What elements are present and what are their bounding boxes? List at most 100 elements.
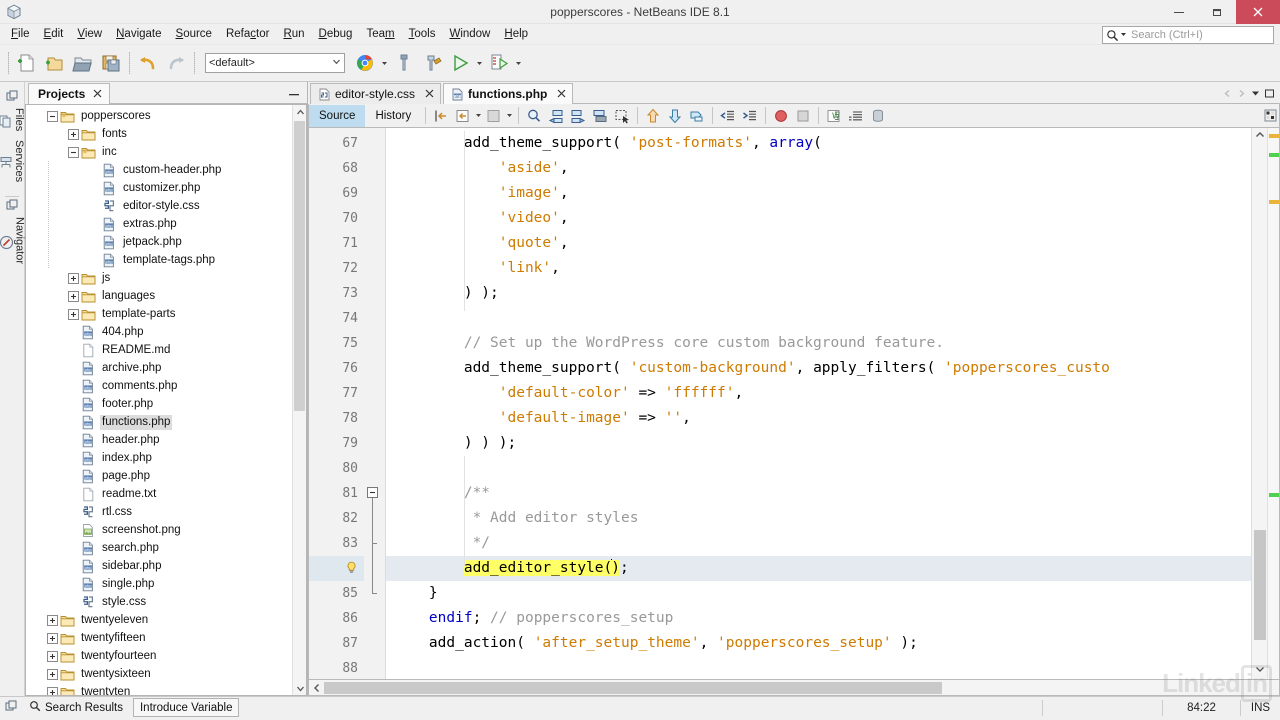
tree-item[interactable]: twentyeleven [26, 611, 306, 629]
code-line[interactable]: add_theme_support( 'post-formats', array… [386, 131, 1251, 156]
code-line[interactable]: 'default-image' => '', [386, 406, 1251, 431]
database-icon[interactable] [867, 105, 889, 127]
tree-item[interactable]: php template-tags.php [26, 251, 306, 269]
tree-item[interactable]: php functions.php [26, 413, 306, 431]
project-tree-scrollbar[interactable] [292, 105, 306, 695]
uncomment-icon[interactable] [845, 105, 867, 127]
tree-item[interactable]: rtl.css [26, 503, 306, 521]
chevron-down-icon[interactable] [1255, 664, 1265, 677]
menu-file[interactable]: File [4, 25, 37, 44]
tree-item[interactable]: php jetpack.php [26, 233, 306, 251]
tab-source[interactable]: Source [309, 104, 366, 127]
tree-item[interactable]: languages [26, 287, 306, 305]
stop-icon[interactable] [792, 105, 814, 127]
code-line[interactable]: 'video', [386, 206, 1251, 231]
scroll-tabs-right-icon[interactable] [1234, 84, 1248, 102]
close-button[interactable] [1236, 0, 1280, 24]
run-dropdown[interactable] [474, 48, 485, 78]
menu-run[interactable]: Run [276, 25, 311, 44]
toggle-breakpoint-icon[interactable] [770, 105, 792, 127]
shift-line-left-icon[interactable] [452, 105, 474, 127]
code-line[interactable]: /** [386, 481, 1251, 506]
tree-toggle-plus-icon[interactable] [46, 650, 59, 663]
toggle-bookmark-icon[interactable] [589, 105, 611, 127]
tree-item[interactable]: popperscores [26, 107, 306, 125]
tree-item[interactable]: php index.php [26, 449, 306, 467]
tree-item[interactable]: php sidebar.php [26, 557, 306, 575]
tree-item[interactable]: template-parts [26, 305, 306, 323]
toggle-rectangular-selection-icon[interactable] [611, 105, 633, 127]
maximize-button[interactable] [1198, 0, 1236, 24]
undo-button[interactable] [134, 48, 162, 78]
close-icon[interactable] [93, 87, 102, 101]
code-line[interactable]: */ [386, 531, 1251, 556]
tree-item[interactable]: php search.php [26, 539, 306, 557]
annotation-mark[interactable] [1269, 200, 1279, 204]
code-line[interactable]: } [386, 581, 1251, 606]
scrollbar-thumb[interactable] [294, 121, 305, 411]
code-line[interactable]: 'image', [386, 181, 1251, 206]
debug-dropdown[interactable] [513, 48, 524, 78]
tree-item[interactable]: readme.txt [26, 485, 306, 503]
chevron-up-icon[interactable] [293, 105, 306, 119]
chevron-down-icon[interactable] [1120, 29, 1127, 41]
chevron-left-icon[interactable] [309, 680, 324, 695]
next-bookmark-icon[interactable] [567, 105, 589, 127]
project-tree[interactable]: popperscores fonts inc php custom-header.php… [25, 104, 307, 696]
scrollbar-thumb[interactable] [324, 681, 942, 694]
tree-item[interactable]: inc [26, 143, 306, 161]
code-fold-column[interactable] [364, 128, 386, 679]
tree-item[interactable]: js [26, 269, 306, 287]
menu-help[interactable]: Help [497, 25, 535, 44]
shift-line-right-icon[interactable] [483, 105, 505, 127]
comment-icon[interactable]: W [823, 105, 845, 127]
shift-line-right-dropdown[interactable] [505, 105, 514, 127]
menu-navigate[interactable]: Navigate [109, 25, 168, 44]
tree-item[interactable]: php custom-header.php [26, 161, 306, 179]
code-line[interactable]: endif; // popperscores_setup [386, 606, 1251, 631]
horizontal-scroll-track[interactable] [324, 680, 1279, 695]
code-line[interactable]: add_theme_support( 'custom-background', … [386, 356, 1251, 381]
shift-right-icon[interactable] [739, 105, 761, 127]
tree-toggle-plus-icon[interactable] [46, 686, 59, 695]
tree-item[interactable]: php 404.php [26, 323, 306, 341]
tree-item[interactable]: README.md [26, 341, 306, 359]
save-all-button[interactable] [97, 48, 125, 78]
tree-item[interactable]: php archive.php [26, 359, 306, 377]
code-line[interactable]: // Set up the WordPress core custom back… [386, 331, 1251, 356]
new-file-button[interactable] [13, 48, 41, 78]
clean-build-button[interactable] [418, 48, 446, 78]
tree-item[interactable]: php page.php [26, 467, 306, 485]
next-error-icon[interactable] [664, 105, 686, 127]
menu-tools[interactable]: Tools [402, 25, 443, 44]
tree-toggle-plus-icon[interactable] [46, 668, 59, 681]
tree-item[interactable]: twentyten [26, 683, 306, 695]
run-button[interactable] [446, 48, 474, 78]
sidebar-item-files[interactable]: Files [0, 105, 25, 137]
previous-bookmark-icon[interactable] [545, 105, 567, 127]
chevron-up-icon[interactable] [1255, 130, 1265, 143]
menu-debug[interactable]: Debug [312, 25, 360, 44]
editor-tab-editor-style-css[interactable]: editor-style.css [310, 83, 442, 104]
code-fold-toggle[interactable] [364, 481, 385, 506]
tree-item[interactable]: twentysixteen [26, 665, 306, 683]
lightbulb-hint-icon[interactable] [309, 556, 364, 581]
error-annotation-strip[interactable] [1267, 128, 1279, 679]
editor-horizontal-scrollbar[interactable] [308, 680, 1280, 696]
code-content[interactable]: add_theme_support( 'post-formats', array… [386, 128, 1251, 679]
code-line[interactable]: 'aside', [386, 156, 1251, 181]
run-project-dropdown[interactable] [379, 48, 390, 78]
menu-edit[interactable]: Edit [37, 25, 71, 44]
menu-view[interactable]: View [70, 25, 109, 44]
tree-item[interactable]: php single.php [26, 575, 306, 593]
code-line[interactable]: 'quote', [386, 231, 1251, 256]
menu-source[interactable]: Source [169, 25, 219, 44]
tree-toggle-plus-icon[interactable] [46, 632, 59, 645]
caret-position[interactable]: 84:22 [1162, 699, 1240, 716]
menu-window[interactable]: Window [442, 25, 497, 44]
project-configuration-select[interactable]: <default> [205, 53, 345, 73]
sidebar-item-services[interactable]: Services [0, 137, 25, 188]
menu-refactor[interactable]: Refactor [219, 25, 276, 44]
sidebar-item-navigator[interactable]: Navigator [0, 214, 26, 270]
tree-toggle-minus-icon[interactable] [46, 110, 59, 123]
